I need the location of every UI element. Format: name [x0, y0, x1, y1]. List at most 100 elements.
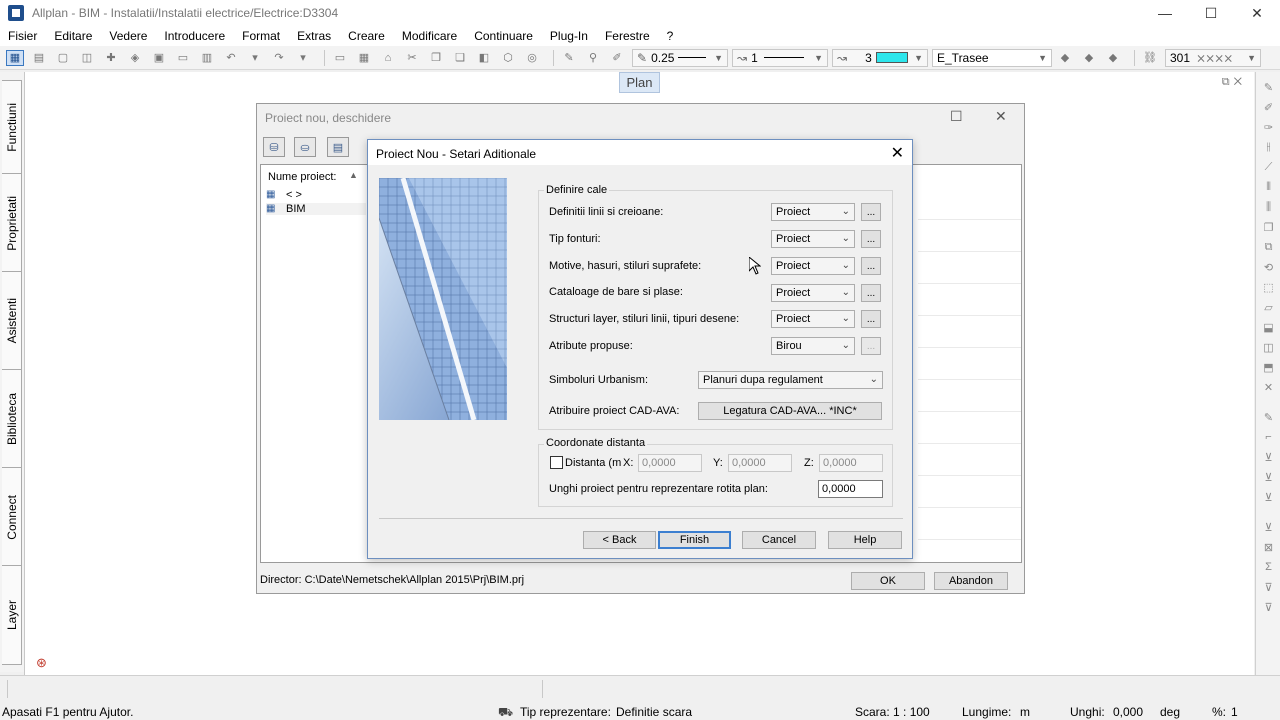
new-project-icon[interactable]: ⛁	[263, 137, 285, 157]
project-list-icon[interactable]: ⛀	[294, 137, 316, 157]
help-button[interactable]: Help	[828, 531, 902, 549]
filter-1-icon[interactable]: ⊻	[1261, 450, 1276, 464]
length-unit[interactable]: m	[1020, 705, 1030, 719]
layer-lock-icon[interactable]: ◆	[1080, 50, 1098, 66]
tab-functiuni[interactable]: Functiuni	[2, 80, 22, 175]
path-select-fonts[interactable]: Proiect ⌄	[771, 230, 855, 248]
browse-layers-button[interactable]: ...	[861, 310, 881, 328]
browse-fonts-button[interactable]: ...	[861, 230, 881, 248]
copy-tool-icon[interactable]: ❐	[1261, 220, 1276, 234]
modify-icon[interactable]: ✎	[1261, 410, 1276, 424]
minimize-button[interactable]: —	[1142, 0, 1188, 26]
filter-2-icon[interactable]: ⊻	[1261, 470, 1276, 484]
open-file-icon[interactable]: ◫	[78, 50, 96, 66]
color-select[interactable]: ↝ 3 ▼	[832, 48, 928, 67]
drawing-files-icon[interactable]: ▤	[30, 50, 48, 66]
tab-layer[interactable]: Layer	[2, 565, 22, 665]
menu-vedere[interactable]: Vedere	[109, 29, 147, 43]
filter-5-icon[interactable]: ⊠	[1261, 540, 1276, 554]
stretch-icon[interactable]: ▱	[1261, 300, 1276, 314]
pen-thickness-select[interactable]: ✎ 0.25 ▼	[632, 48, 728, 67]
x-coordinate-input[interactable]: 0,0000	[638, 454, 702, 472]
back-button[interactable]: < Back	[583, 531, 656, 549]
abandon-button[interactable]: Abandon	[934, 572, 1008, 590]
urbanism-select[interactable]: Planuri dupa regulament ⌄	[698, 371, 883, 389]
save-icon[interactable]: ▣	[150, 50, 168, 66]
fillet-icon[interactable]: ⌐	[1261, 430, 1276, 444]
layers-icon[interactable]: ◈	[126, 50, 144, 66]
eyedropper-icon[interactable]: ⚲	[584, 50, 602, 66]
list-item[interactable]: ▦ < >	[266, 189, 302, 201]
close-window-button[interactable]: ✕	[1234, 0, 1280, 26]
menu-continuare[interactable]: Continuare	[474, 29, 533, 43]
distance-checkbox[interactable]	[550, 456, 563, 469]
filter-6-icon[interactable]: ⊽	[1261, 580, 1276, 594]
plot-icon[interactable]: ▥	[198, 50, 216, 66]
project-list-header[interactable]: Nume proiect:	[268, 171, 336, 183]
tab-proprietati[interactable]: Proprietati	[2, 173, 22, 273]
move-icon[interactable]: ⬓	[1261, 320, 1276, 334]
list-item[interactable]: ▦ BIM	[266, 203, 366, 215]
representation-value[interactable]: Definitie scara	[616, 705, 692, 719]
inner-close-button[interactable]: ✕	[891, 143, 904, 163]
delete-icon[interactable]: ✕	[1261, 380, 1276, 394]
brush-icon[interactable]: ✑	[1261, 120, 1276, 134]
scale-value[interactable]: Scara: 1 : 100	[855, 705, 930, 719]
menu-introducere[interactable]: Introducere	[164, 29, 225, 43]
chain-icon[interactable]: ⛓	[1141, 50, 1159, 66]
filter-7-icon[interactable]: ⊽	[1261, 600, 1276, 614]
array-icon[interactable]: ⫼	[1261, 200, 1276, 214]
path-select-catalogs[interactable]: Proiect ⌄	[771, 284, 855, 302]
path-select-attributes[interactable]: Birou ⌄	[771, 337, 855, 355]
z-coordinate-input[interactable]: 0,0000	[819, 454, 883, 472]
browse-lines-button[interactable]: ...	[861, 203, 881, 221]
3d-box-icon[interactable]: ⬡	[499, 50, 517, 66]
cut-icon[interactable]: ✂	[403, 50, 421, 66]
outer-maximize-button[interactable]: ☐	[950, 108, 963, 125]
maximize-button[interactable]: ☐	[1188, 0, 1234, 26]
menu-help[interactable]: ?	[667, 29, 674, 43]
reference-icon[interactable]: ◧	[475, 50, 493, 66]
cancel-button[interactable]: Cancel	[742, 531, 816, 549]
menu-ferestre[interactable]: Ferestre	[605, 29, 650, 43]
cadava-link-button[interactable]: Legatura CAD-AVA... *INC*	[698, 402, 882, 420]
sum-icon[interactable]: Σ	[1261, 560, 1276, 574]
scale-icon[interactable]: ⬚	[1261, 280, 1276, 294]
hatch-select[interactable]: 301 ⨯⨯⨯⨯ ▼	[1165, 48, 1261, 67]
ok-button[interactable]: OK	[851, 572, 925, 590]
measure-icon[interactable]: ▦	[355, 50, 373, 66]
project-properties-icon[interactable]: ▤	[327, 137, 349, 157]
offset-icon[interactable]: ⧉	[1261, 240, 1276, 254]
pipette-icon[interactable]: ✐	[1261, 100, 1276, 114]
menu-fisier[interactable]: Fisier	[8, 29, 37, 43]
menu-modificare[interactable]: Modificare	[402, 29, 457, 43]
menu-format[interactable]: Format	[242, 29, 280, 43]
menu-creare[interactable]: Creare	[348, 29, 385, 43]
angle-unit[interactable]: deg	[1160, 705, 1180, 719]
workspace-window-controls[interactable]: ⧉✕	[1222, 76, 1246, 89]
redo-icon[interactable]: ↷	[270, 50, 288, 66]
join-icon[interactable]: ◫	[1261, 340, 1276, 354]
menu-editare[interactable]: Editare	[54, 29, 92, 43]
line-type-select[interactable]: ↝ 1 ▼	[732, 48, 828, 67]
pencil-icon[interactable]: ✎	[1261, 80, 1276, 94]
tab-connect[interactable]: Connect	[2, 467, 22, 567]
explode-icon[interactable]: ⬒	[1261, 360, 1276, 374]
layer-visible-icon[interactable]: ◆	[1056, 50, 1074, 66]
ruler-icon[interactable]: ▭	[331, 50, 349, 66]
plus-icon[interactable]: ✚	[102, 50, 120, 66]
outer-close-button[interactable]: ✕	[995, 108, 1007, 125]
y-coordinate-input[interactable]: 0,0000	[728, 454, 792, 472]
copy-icon[interactable]: ❐	[427, 50, 445, 66]
menu-extras[interactable]: Extras	[297, 29, 331, 43]
bridge-icon[interactable]: ⌂	[379, 50, 397, 66]
filter-3-icon[interactable]: ⊻	[1261, 490, 1276, 504]
print-icon[interactable]: ▭	[174, 50, 192, 66]
browse-hatches-button[interactable]: ...	[861, 257, 881, 275]
zoom-icon[interactable]: ◎	[523, 50, 541, 66]
path-select-layers[interactable]: Proiect ⌄	[771, 310, 855, 328]
rotate-icon[interactable]: ⟲	[1261, 260, 1276, 274]
trim-icon[interactable]: ⫲	[1261, 140, 1276, 154]
snap-target-icon[interactable]: ⊛	[36, 655, 47, 671]
format-paint-icon[interactable]: ✐	[608, 50, 626, 66]
